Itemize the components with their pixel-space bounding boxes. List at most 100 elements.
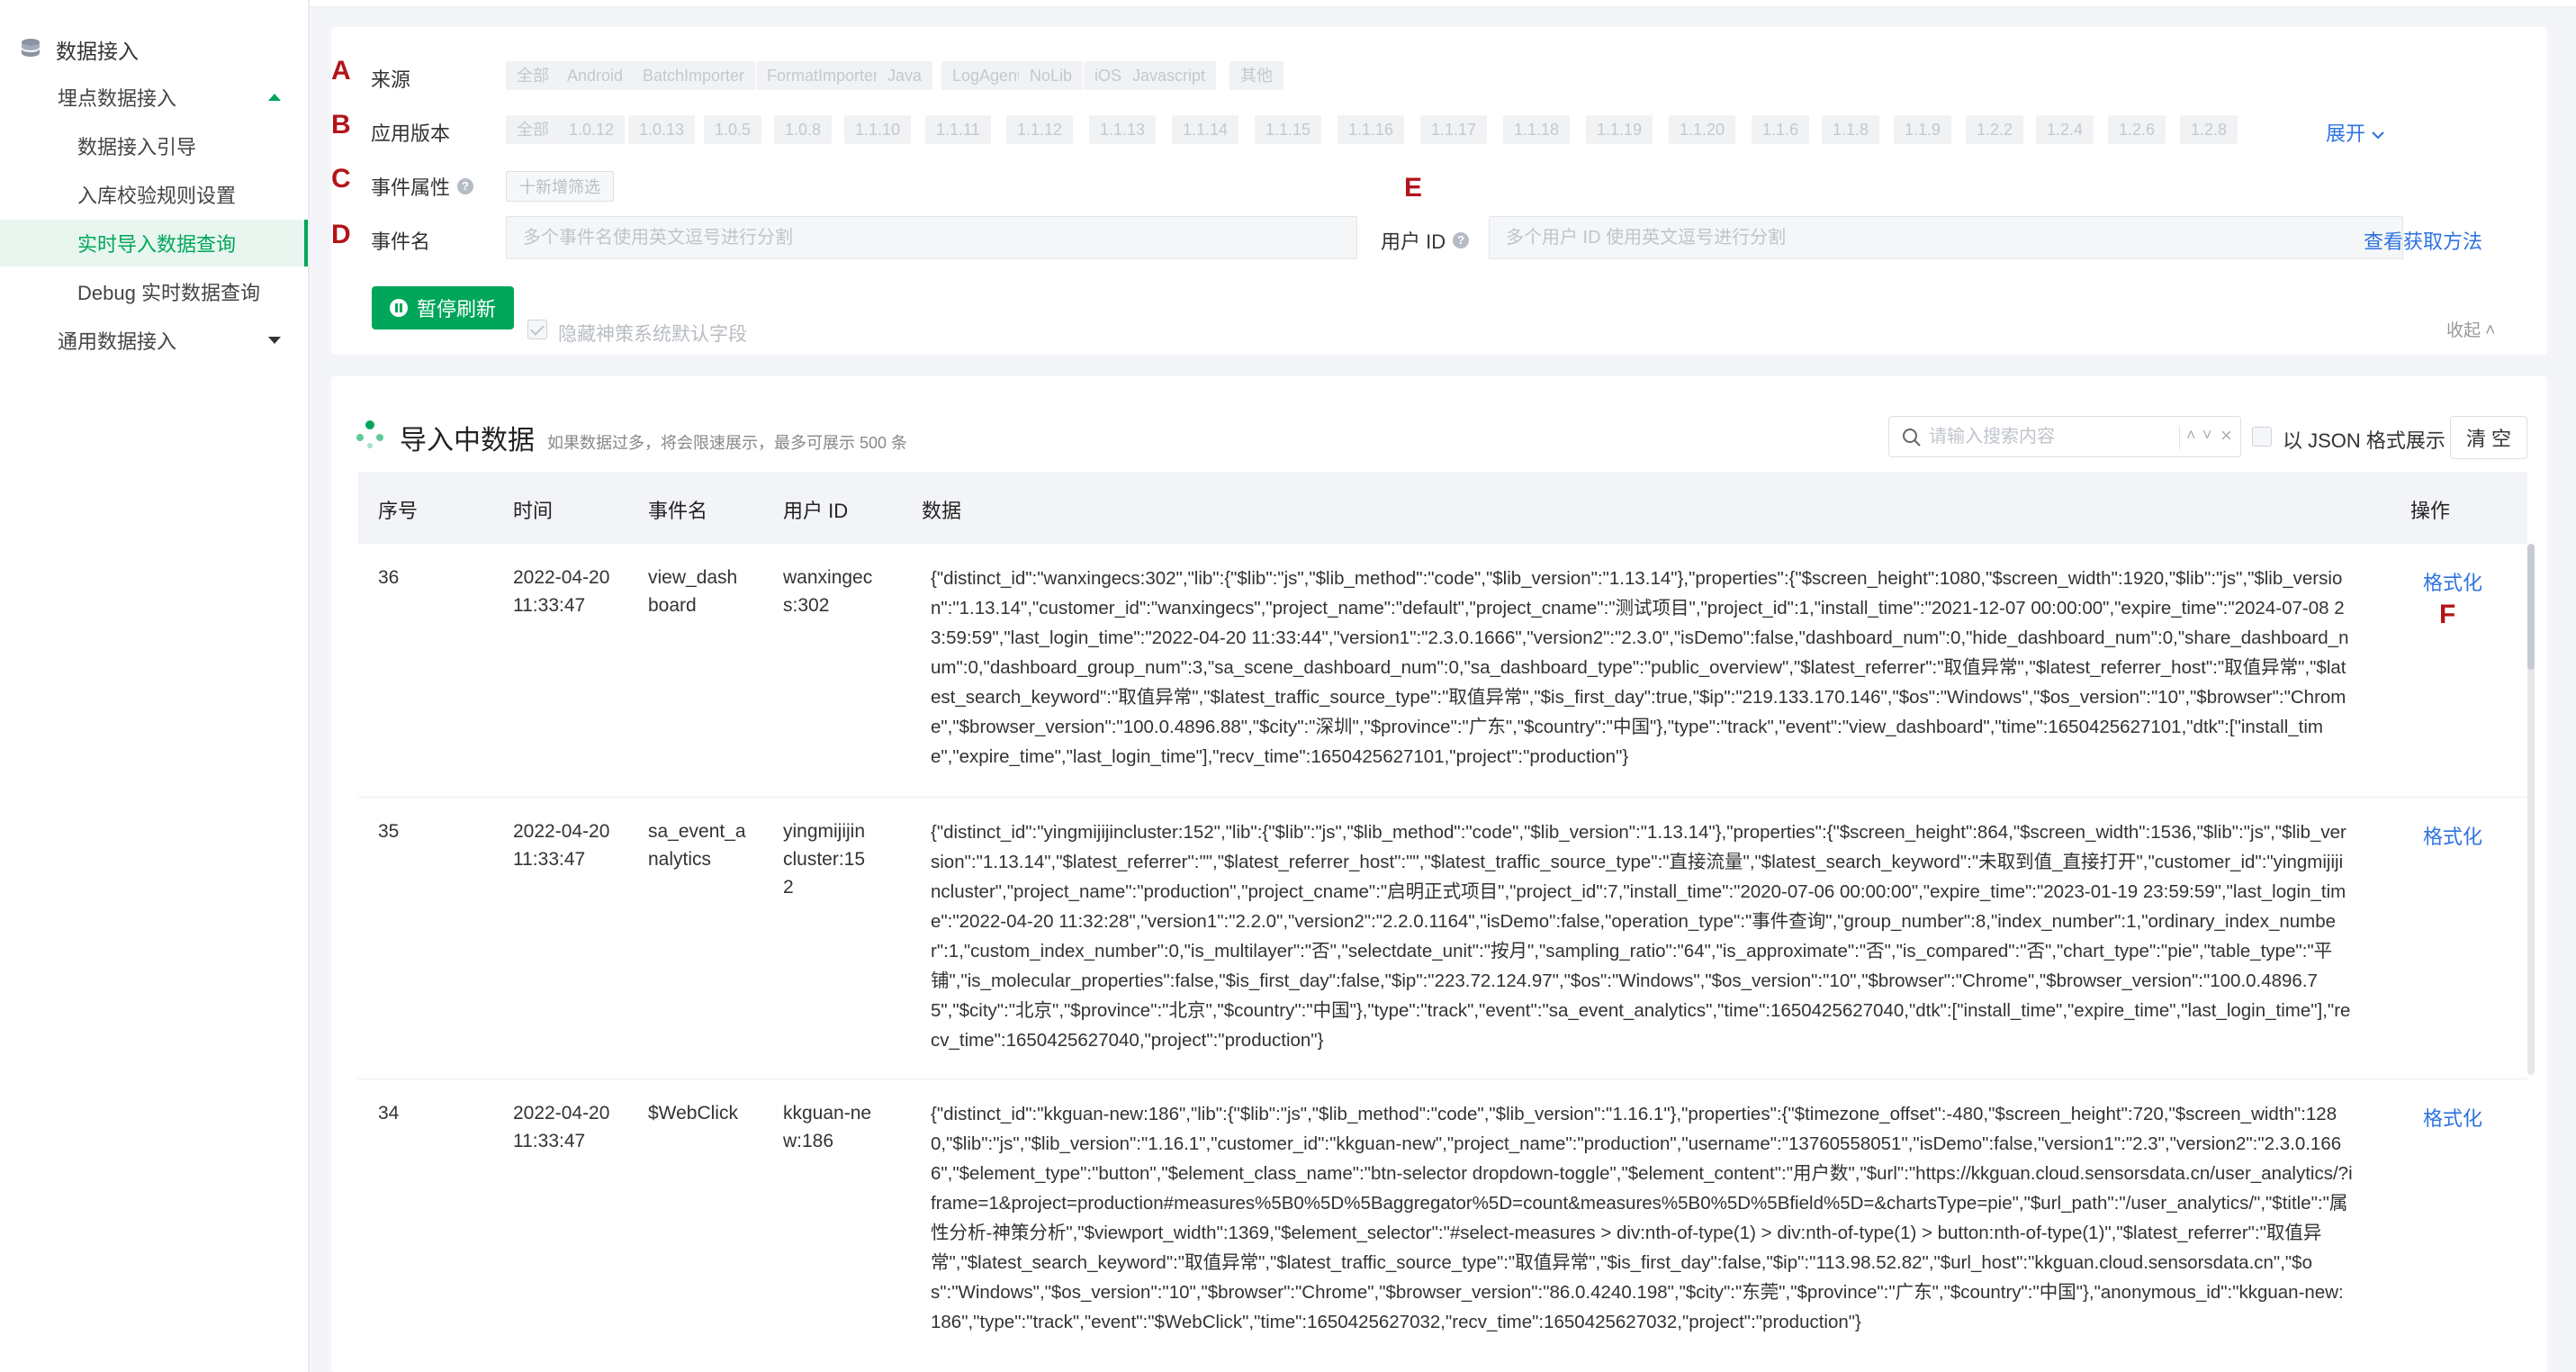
table-row: 36 2022-04-20 11:33:47 view_dashboard wa…: [358, 544, 2527, 798]
search-input[interactable]: [1929, 419, 2172, 455]
column-header-time: 时间: [513, 500, 554, 522]
event-attr-label-text: 事件属性: [371, 176, 451, 199]
clear-button[interactable]: 清 空: [2450, 416, 2527, 459]
sidebar-item-validation-rules[interactable]: 入库校验规则设置: [0, 171, 308, 218]
version-chip[interactable]: 1.1.9: [1894, 115, 1952, 144]
column-header-action: 操作: [2410, 500, 2451, 522]
source-chip[interactable]: Java: [877, 61, 933, 90]
sidebar-root-data-access[interactable]: 数据接入: [0, 29, 308, 70]
sidebar: 数据接入 埋点数据接入 数据接入引导 入库校验规则设置 实时导入数据查询 Deb…: [0, 0, 310, 1372]
sidebar-item-general-data-access[interactable]: 通用数据接入: [0, 317, 308, 364]
source-label: 来源: [371, 64, 410, 93]
version-chip[interactable]: 1.1.16: [1338, 115, 1405, 144]
cell-event: $WebClick: [648, 1103, 738, 1124]
source-chip[interactable]: NoLib: [1019, 61, 1084, 90]
scrollbar-thumb[interactable]: [2527, 544, 2535, 670]
json-format-checkbox[interactable]: [2252, 427, 2272, 447]
source-chip[interactable]: 其他: [1229, 61, 1283, 90]
version-chip[interactable]: 1.1.10: [844, 115, 912, 144]
cell-user-id: yingmijijincluster:152: [783, 821, 866, 898]
chevron-down-icon: [268, 337, 281, 344]
pause-icon: [389, 299, 408, 317]
help-icon[interactable]: ?: [457, 178, 474, 194]
version-chip[interactable]: 1.2.2: [1966, 115, 2024, 144]
version-chip[interactable]: 1.1.12: [1006, 115, 1074, 144]
database-icon: [22, 39, 40, 57]
add-filter-button[interactable]: 十新增筛选: [506, 171, 614, 202]
column-header-event: 事件名: [648, 500, 708, 522]
format-button[interactable]: 格式化: [2423, 567, 2482, 596]
user-id-input[interactable]: [1489, 216, 2403, 259]
pause-refresh-button[interactable]: 暂停刷新: [372, 286, 514, 329]
version-chip[interactable]: 1.0.5: [704, 115, 762, 144]
search-divider: [2179, 426, 2180, 449]
search-prev-button[interactable]: ˄: [2186, 426, 2196, 445]
version-chip[interactable]: 1.2.8: [2180, 115, 2238, 144]
data-panel-title: 导入中数据: [400, 426, 535, 456]
cell-data: {"distinct_id":"kkguan-new:186","lib":{"…: [931, 1104, 2353, 1332]
filter-panel: A B C D E 来源 应用版本 展开 事件属性 ? 十新增筛选 事件名 用户…: [331, 27, 2547, 355]
sidebar-root-label: 数据接入: [56, 40, 139, 63]
top-strip: [310, 0, 2576, 7]
hide-default-fields-checkbox[interactable]: [527, 320, 547, 339]
cell-time: 2022-04-20 11:33:47: [513, 821, 610, 870]
search-next-button[interactable]: ˅: [2202, 426, 2212, 445]
event-name-input[interactable]: [506, 216, 1357, 259]
cell-no: 35: [378, 821, 400, 842]
version-chip[interactable]: 1.1.19: [1586, 115, 1653, 144]
version-chip[interactable]: 1.1.14: [1172, 115, 1239, 144]
version-chip[interactable]: 全部: [506, 115, 560, 144]
version-chip[interactable]: 1.1.18: [1503, 115, 1571, 144]
version-chip[interactable]: 1.0.12: [558, 115, 626, 144]
cell-time: 2022-04-20 11:33:47: [513, 1103, 610, 1151]
sidebar-item-label: 入库校验规则设置: [77, 185, 237, 207]
source-chip[interactable]: BatchImporter: [632, 61, 756, 90]
version-chip[interactable]: 1.0.8: [774, 115, 833, 144]
sidebar-item-label: 通用数据接入: [58, 330, 177, 353]
version-chip[interactable]: 1.1.17: [1420, 115, 1488, 144]
source-label-text: 来源: [371, 68, 411, 91]
cell-data: {"distinct_id":"wanxingecs:302","lib":{"…: [931, 568, 2349, 767]
cell-no: 36: [378, 567, 400, 588]
cell-data: {"distinct_id":"yingmijijincluster:152",…: [931, 822, 2351, 1051]
expand-label: 展开: [2326, 122, 2366, 145]
version-chip[interactable]: 1.2.4: [2036, 115, 2094, 144]
data-panel: 导入中数据 如果数据过多，将会限速展示，最多可展示 500 条 ˄ ˅ × 以 …: [331, 376, 2547, 1372]
column-header-user-id: 用户 ID: [783, 500, 849, 522]
version-chip[interactable]: 1.1.6: [1752, 115, 1810, 144]
event-name-label-text: 事件名: [371, 230, 431, 253]
source-chip[interactable]: FormatImporter: [756, 61, 890, 90]
how-to-get-link[interactable]: 查看获取方法: [2364, 226, 2482, 255]
annotation-marker-a: A: [331, 56, 351, 86]
annotation-marker-e: E: [1404, 173, 1423, 203]
version-chip[interactable]: 1.1.8: [1822, 115, 1880, 144]
format-button[interactable]: 格式化: [2423, 821, 2482, 850]
cell-no: 34: [378, 1103, 400, 1124]
sidebar-item-tracking-data-access[interactable]: 埋点数据接入: [0, 74, 308, 121]
version-chip[interactable]: 1.2.6: [2108, 115, 2166, 144]
sidebar-item-label: 实时导入数据查询: [77, 233, 237, 256]
version-chip[interactable]: 1.1.15: [1255, 115, 1322, 144]
annotation-marker-f: F: [2439, 600, 2456, 629]
sidebar-item-access-guide[interactable]: 数据接入引导: [0, 122, 308, 169]
expand-button[interactable]: 展开: [2326, 118, 2385, 147]
event-attr-label: 事件属性 ?: [371, 172, 474, 201]
source-chip[interactable]: Javascript: [1121, 61, 1217, 90]
version-chip[interactable]: 1.1.11: [925, 115, 991, 144]
column-header-no: 序号: [378, 500, 419, 522]
app-version-label-text: 应用版本: [371, 122, 451, 145]
version-chip[interactable]: 1.1.20: [1669, 115, 1736, 144]
version-chip[interactable]: 1.1.13: [1089, 115, 1157, 144]
sidebar-item-realtime-import-query[interactable]: 实时导入数据查询: [0, 220, 308, 266]
collapse-button[interactable]: 收起 ˄: [2446, 317, 2495, 341]
cell-event: view_dashboard: [648, 567, 738, 616]
format-button[interactable]: 格式化: [2423, 1103, 2482, 1132]
table-row: 35 2022-04-20 11:33:47 sa_event_analytic…: [358, 798, 2527, 1079]
source-chip[interactable]: 全部: [506, 61, 560, 90]
sidebar-item-debug-realtime-query[interactable]: Debug 实时数据查询: [0, 268, 308, 315]
data-panel-subtitle: 如果数据过多，将会限速展示，最多可展示 500 条: [547, 434, 908, 452]
source-chip[interactable]: Android: [556, 61, 635, 90]
help-icon[interactable]: ?: [1453, 232, 1470, 248]
version-chip[interactable]: 1.0.13: [628, 115, 696, 144]
search-clear-button[interactable]: ×: [2220, 424, 2232, 447]
